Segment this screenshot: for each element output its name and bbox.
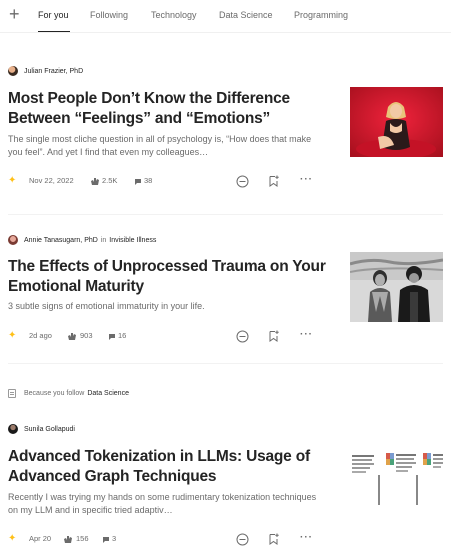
comment-icon[interactable] — [108, 333, 116, 340]
article-thumbnail[interactable] — [350, 252, 443, 322]
author-row: Sunila Gollapudi — [8, 423, 75, 435]
star-icon: ✦ — [8, 533, 17, 544]
tab-data-science[interactable]: Data Science — [219, 10, 273, 20]
clap-icon[interactable] — [63, 535, 73, 544]
response-count: 3 — [112, 534, 117, 543]
article-card[interactable]: Julian Frazier, PhD Most People Don’t Kn… — [8, 63, 443, 198]
article-title[interactable]: The Effects of Unprocessed Trauma on You… — [8, 257, 328, 297]
clap-count: 156 — [76, 534, 89, 543]
active-tab-indicator — [38, 31, 70, 32]
publication-name[interactable]: Invisible Illness — [109, 237, 156, 244]
article-thumbnail[interactable] — [350, 445, 443, 515]
star-icon: ✦ — [8, 175, 17, 186]
article-card[interactable]: Annie Tanasugarn, PhD in Invisible Illne… — [8, 232, 443, 347]
author-row: Julian Frazier, PhD — [8, 65, 83, 77]
clap-count: 2.5K — [102, 176, 118, 185]
author-name[interactable]: Sunila Gollapudi — [24, 426, 75, 433]
publish-date: 2d ago — [29, 331, 52, 340]
article-meta: ✦ 2d ago 903 16 ··· — [8, 329, 318, 343]
article-subtitle[interactable]: The single most cliche question in all o… — [8, 133, 328, 159]
reason-prefix: Because you follow — [24, 390, 85, 397]
bookmark-add-icon[interactable] — [268, 533, 280, 545]
article-subtitle[interactable]: Recently I was trying my hands on some r… — [8, 491, 328, 517]
feed-divider — [8, 363, 443, 364]
bookmark-add-icon[interactable] — [268, 175, 280, 187]
show-less-icon[interactable] — [236, 533, 249, 546]
more-icon[interactable]: ··· — [300, 329, 313, 341]
article-subtitle[interactable]: 3 subtle signs of emotional immaturity i… — [8, 300, 328, 313]
clap-icon[interactable] — [67, 332, 77, 341]
clap-count: 903 — [80, 331, 93, 340]
add-topic-button[interactable]: + — [9, 4, 20, 24]
more-icon[interactable]: ··· — [300, 174, 313, 186]
bookmark-add-icon[interactable] — [268, 330, 280, 342]
author-avatar[interactable] — [8, 66, 18, 76]
clap-icon[interactable] — [90, 177, 100, 186]
show-less-icon[interactable] — [236, 175, 249, 188]
feed-tabs: + For you Following Technology Data Scie… — [0, 0, 451, 33]
comment-icon[interactable] — [134, 178, 142, 185]
article-meta: ✦ Nov 22, 2022 2.5K 38 ··· — [8, 174, 318, 188]
article-meta: ✦ Apr 20 156 3 ··· — [8, 532, 318, 546]
comment-icon[interactable] — [102, 536, 110, 543]
article-title[interactable]: Most People Don’t Know the Difference Be… — [8, 89, 328, 129]
article-card[interactable]: Sunila Gollapudi Advanced Tokenization i… — [8, 421, 443, 549]
tab-following[interactable]: Following — [90, 10, 128, 20]
more-icon[interactable]: ··· — [300, 532, 313, 544]
star-icon: ✦ — [8, 330, 17, 341]
publication-connector: in — [100, 236, 107, 244]
response-count: 38 — [144, 176, 153, 185]
article-title[interactable]: Advanced Tokenization in LLMs: Usage of … — [8, 447, 328, 487]
recommendation-reason: Because you follow Data Science — [8, 389, 129, 398]
author-name[interactable]: Julian Frazier, PhD — [24, 68, 83, 75]
feed-divider — [8, 214, 443, 215]
reason-topic[interactable]: Data Science — [87, 390, 129, 397]
publish-date: Nov 22, 2022 — [29, 176, 74, 185]
article-thumbnail[interactable] — [350, 87, 443, 157]
tab-for-you[interactable]: For you — [38, 10, 69, 20]
author-avatar[interactable] — [8, 424, 18, 434]
author-row: Annie Tanasugarn, PhD in Invisible Illne… — [8, 234, 156, 246]
show-less-icon[interactable] — [236, 330, 249, 343]
response-count: 16 — [118, 331, 127, 340]
author-avatar[interactable] — [8, 235, 18, 245]
topic-icon — [8, 389, 16, 398]
author-name[interactable]: Annie Tanasugarn, PhD — [24, 237, 98, 244]
publish-date: Apr 20 — [29, 534, 52, 543]
tab-programming[interactable]: Programming — [294, 10, 348, 20]
tab-technology[interactable]: Technology — [151, 10, 197, 20]
